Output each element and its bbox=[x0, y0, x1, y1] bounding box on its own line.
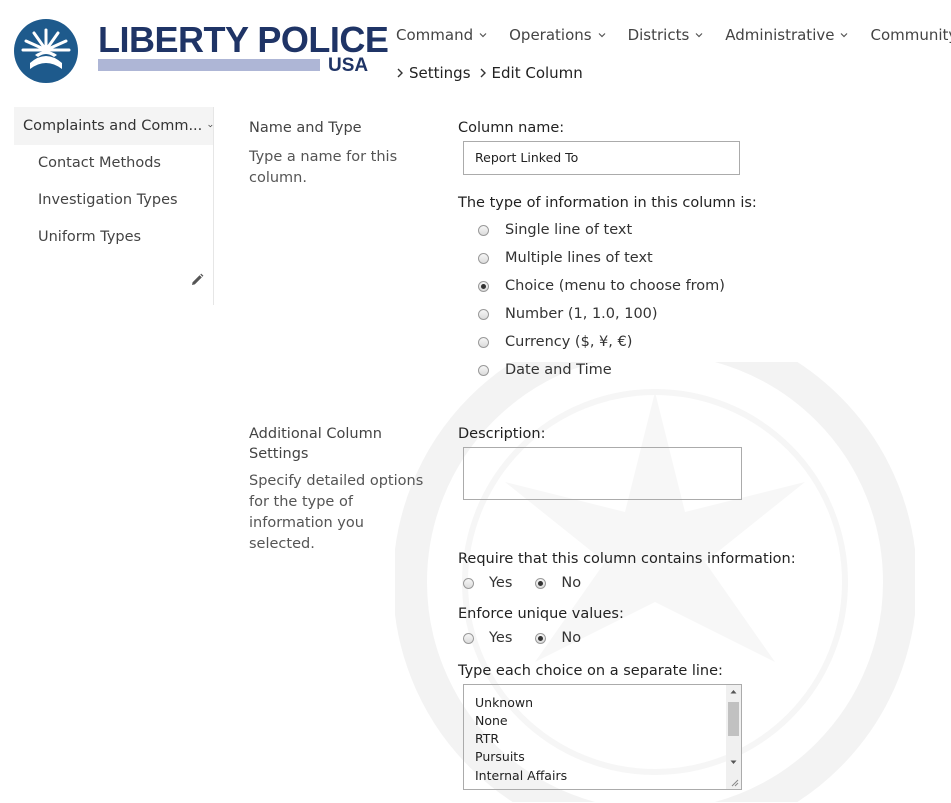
chevron-right-icon bbox=[397, 68, 403, 78]
type-option-number[interactable]: Number (1, 1.0, 100) bbox=[478, 306, 658, 322]
nav-label: Districts bbox=[627, 26, 690, 44]
radio-label: Currency ($, ¥, €) bbox=[505, 334, 633, 350]
radio-button-selected[interactable] bbox=[535, 577, 547, 589]
radio-label: Choice (menu to choose from) bbox=[505, 278, 725, 294]
radio-label: Date and Time bbox=[505, 362, 612, 378]
choices-label: Type each choice on a separate line: bbox=[458, 663, 723, 679]
breadcrumb: Settings Edit Column bbox=[396, 64, 591, 82]
nav-command[interactable]: Command bbox=[396, 26, 487, 44]
unique-options: Yes No bbox=[463, 630, 604, 646]
type-option-single-line[interactable]: Single line of text bbox=[478, 222, 632, 238]
choices-scrollbar[interactable] bbox=[726, 685, 741, 789]
choice-line: Pursuits bbox=[475, 749, 525, 764]
unique-no-option[interactable]: No bbox=[535, 630, 581, 646]
nav-administrative[interactable]: Administrative bbox=[725, 26, 848, 44]
brand-subtitle: USA bbox=[328, 55, 369, 76]
radio-label: Multiple lines of text bbox=[505, 250, 653, 266]
radio-button[interactable] bbox=[478, 252, 489, 264]
description-textarea[interactable] bbox=[463, 447, 742, 500]
require-options: Yes No bbox=[463, 575, 604, 591]
chevron-down-icon bbox=[598, 33, 606, 38]
type-option-currency[interactable]: Currency ($, ¥, €) bbox=[478, 334, 632, 350]
chevron-down-icon bbox=[695, 33, 703, 38]
leftnav-heading-label: Complaints and Comm... bbox=[23, 118, 203, 134]
resize-grip-icon[interactable] bbox=[730, 778, 739, 787]
scroll-up-arrow-icon[interactable] bbox=[726, 685, 741, 699]
breadcrumb-label: Settings bbox=[409, 64, 471, 82]
column-name-label: Column name: bbox=[458, 120, 565, 136]
radio-button[interactable] bbox=[463, 632, 474, 644]
choice-line: None bbox=[475, 713, 508, 728]
type-option-date-time[interactable]: Date and Time bbox=[478, 362, 612, 378]
leftnav-item-contact-methods[interactable]: Contact Methods bbox=[14, 145, 213, 182]
section-additional-description: Specify detailed options for the type of… bbox=[249, 473, 424, 552]
section-additional-title: Additional Column Settings bbox=[249, 426, 382, 462]
description-label: Description: bbox=[458, 426, 546, 442]
radio-button[interactable] bbox=[478, 224, 489, 236]
nav-community[interactable]: Community bbox=[870, 26, 951, 44]
unique-yes-option[interactable]: Yes bbox=[463, 630, 512, 646]
choice-line: Unknown bbox=[475, 695, 534, 710]
radio-button[interactable] bbox=[478, 308, 489, 320]
column-type-label: The type of information in this column i… bbox=[458, 195, 757, 211]
nav-districts[interactable]: Districts bbox=[628, 26, 704, 44]
column-name-input[interactable]: Report Linked To bbox=[463, 141, 740, 175]
chevron-right-icon bbox=[480, 68, 486, 78]
leftnav-item-investigation-types[interactable]: Investigation Types bbox=[14, 182, 213, 219]
chevron-down-icon bbox=[841, 33, 848, 38]
leftnav-heading[interactable]: Complaints and Comm... bbox=[14, 107, 213, 145]
choices-textarea[interactable]: Unknown None RTR Pursuits Internal Affai… bbox=[463, 684, 742, 790]
type-option-multiple-lines[interactable]: Multiple lines of text bbox=[478, 250, 653, 266]
type-option-choice[interactable]: Choice (menu to choose from) bbox=[478, 278, 725, 294]
nav-label: Operations bbox=[509, 26, 592, 44]
top-navigation: Command Operations Districts Administrat… bbox=[396, 26, 951, 44]
require-yes-option[interactable]: Yes bbox=[463, 575, 512, 591]
radio-label: Yes bbox=[489, 630, 513, 646]
radio-label: No bbox=[561, 630, 582, 646]
radio-button[interactable] bbox=[463, 577, 474, 589]
radio-label: No bbox=[561, 575, 582, 591]
nav-label: Command bbox=[396, 26, 474, 44]
nav-label: Community bbox=[870, 26, 951, 44]
radio-label: Number (1, 1.0, 100) bbox=[505, 306, 658, 322]
breadcrumb-settings[interactable]: Settings bbox=[396, 64, 471, 82]
section-name-type-description: Type a name for this column. bbox=[249, 149, 398, 186]
require-label: Require that this column contains inform… bbox=[458, 551, 796, 567]
edit-pencil-icon[interactable] bbox=[190, 273, 204, 287]
scrollbar-thumb[interactable] bbox=[728, 702, 739, 736]
radio-button[interactable] bbox=[478, 336, 489, 348]
scroll-down-arrow-icon[interactable] bbox=[726, 755, 741, 769]
require-no-option[interactable]: No bbox=[535, 575, 581, 591]
nav-label: Administrative bbox=[725, 26, 835, 44]
radio-button-selected[interactable] bbox=[535, 632, 547, 644]
radio-button[interactable] bbox=[478, 364, 489, 376]
breadcrumb-label: Edit Column bbox=[491, 64, 583, 82]
radio-label: Single line of text bbox=[505, 222, 633, 238]
choice-line: Internal Affairs bbox=[475, 768, 568, 783]
section-name-type-title: Name and Type bbox=[249, 120, 362, 136]
liberty-badge-icon bbox=[14, 19, 78, 83]
leftnav-item-uniform-types[interactable]: Uniform Types bbox=[14, 219, 213, 256]
radio-label: Yes bbox=[489, 575, 513, 591]
unique-label: Enforce unique values: bbox=[458, 606, 624, 622]
chevron-down-icon bbox=[208, 124, 213, 128]
choice-line: RTR bbox=[475, 731, 500, 746]
chevron-down-icon bbox=[479, 33, 487, 38]
brand-bar bbox=[98, 59, 320, 71]
brand-title: LIBERTY POLICE bbox=[98, 19, 389, 60]
breadcrumb-edit-column: Edit Column bbox=[479, 64, 583, 82]
brand-wordmark: LIBERTY POLICE USA bbox=[98, 20, 389, 82]
left-navigation: Complaints and Comm... Contact Methods I… bbox=[14, 107, 214, 305]
nav-operations[interactable]: Operations bbox=[509, 26, 606, 44]
radio-button-selected[interactable] bbox=[478, 280, 489, 292]
